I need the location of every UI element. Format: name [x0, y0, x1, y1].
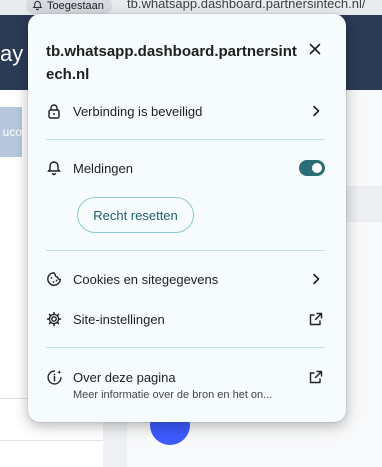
toggle-knob	[312, 163, 322, 173]
site-title: tb.whatsapp.dashboard.partnersintech.nl	[46, 43, 297, 83]
cookie-icon	[45, 270, 63, 288]
gear-icon	[45, 310, 63, 328]
site-settings-label: Site-instellingen	[73, 311, 165, 327]
bell-icon	[45, 159, 63, 177]
url-text[interactable]: tb.whatsapp.dashboard.partnersintech.nl/	[127, 0, 366, 11]
address-bar: Toegestaan tb.whatsapp.dashboard.partner…	[0, 0, 382, 15]
divider	[46, 347, 325, 348]
divider	[46, 250, 325, 251]
cookies-label: Cookies en sitegegevens	[73, 271, 219, 287]
chevron-right-icon	[308, 103, 324, 119]
info-sparkle-icon	[45, 368, 63, 386]
connection-row[interactable]: Verbinding is beveiligd	[28, 93, 346, 129]
chevron-right-icon	[308, 271, 324, 287]
notifications-toggle[interactable]	[299, 160, 325, 176]
site-info-popup: tb.whatsapp.dashboard.partnersintech.nl …	[28, 14, 346, 422]
left-chip[interactable]: uco	[0, 107, 22, 157]
cookies-row[interactable]: Cookies en sitegegevens	[28, 261, 346, 297]
connection-label: Verbinding is beveiligd	[73, 103, 203, 119]
close-button[interactable]	[304, 38, 326, 60]
external-link-icon	[308, 311, 324, 327]
divider	[46, 139, 325, 140]
site-settings-row[interactable]: Site-instellingen	[28, 301, 346, 337]
permission-chip-label: Toegestaan	[47, 0, 104, 12]
list-divider	[0, 440, 103, 441]
about-label: Over deze pagina	[73, 370, 176, 385]
lock-icon	[45, 102, 63, 120]
left-chip-label: uco	[2, 125, 22, 139]
close-icon	[309, 43, 321, 55]
notifications-label: Meldingen	[73, 160, 133, 176]
reset-permission-button[interactable]: Recht resetten	[77, 197, 194, 233]
permission-chip[interactable]: Toegestaan	[26, 0, 112, 14]
about-sublabel: Meer informatie over de bron en het on..…	[73, 389, 273, 401]
external-link-icon	[308, 369, 324, 385]
about-page-row[interactable]: Over deze pagina Meer informatie over de…	[28, 364, 346, 406]
bell-icon	[32, 0, 43, 11]
